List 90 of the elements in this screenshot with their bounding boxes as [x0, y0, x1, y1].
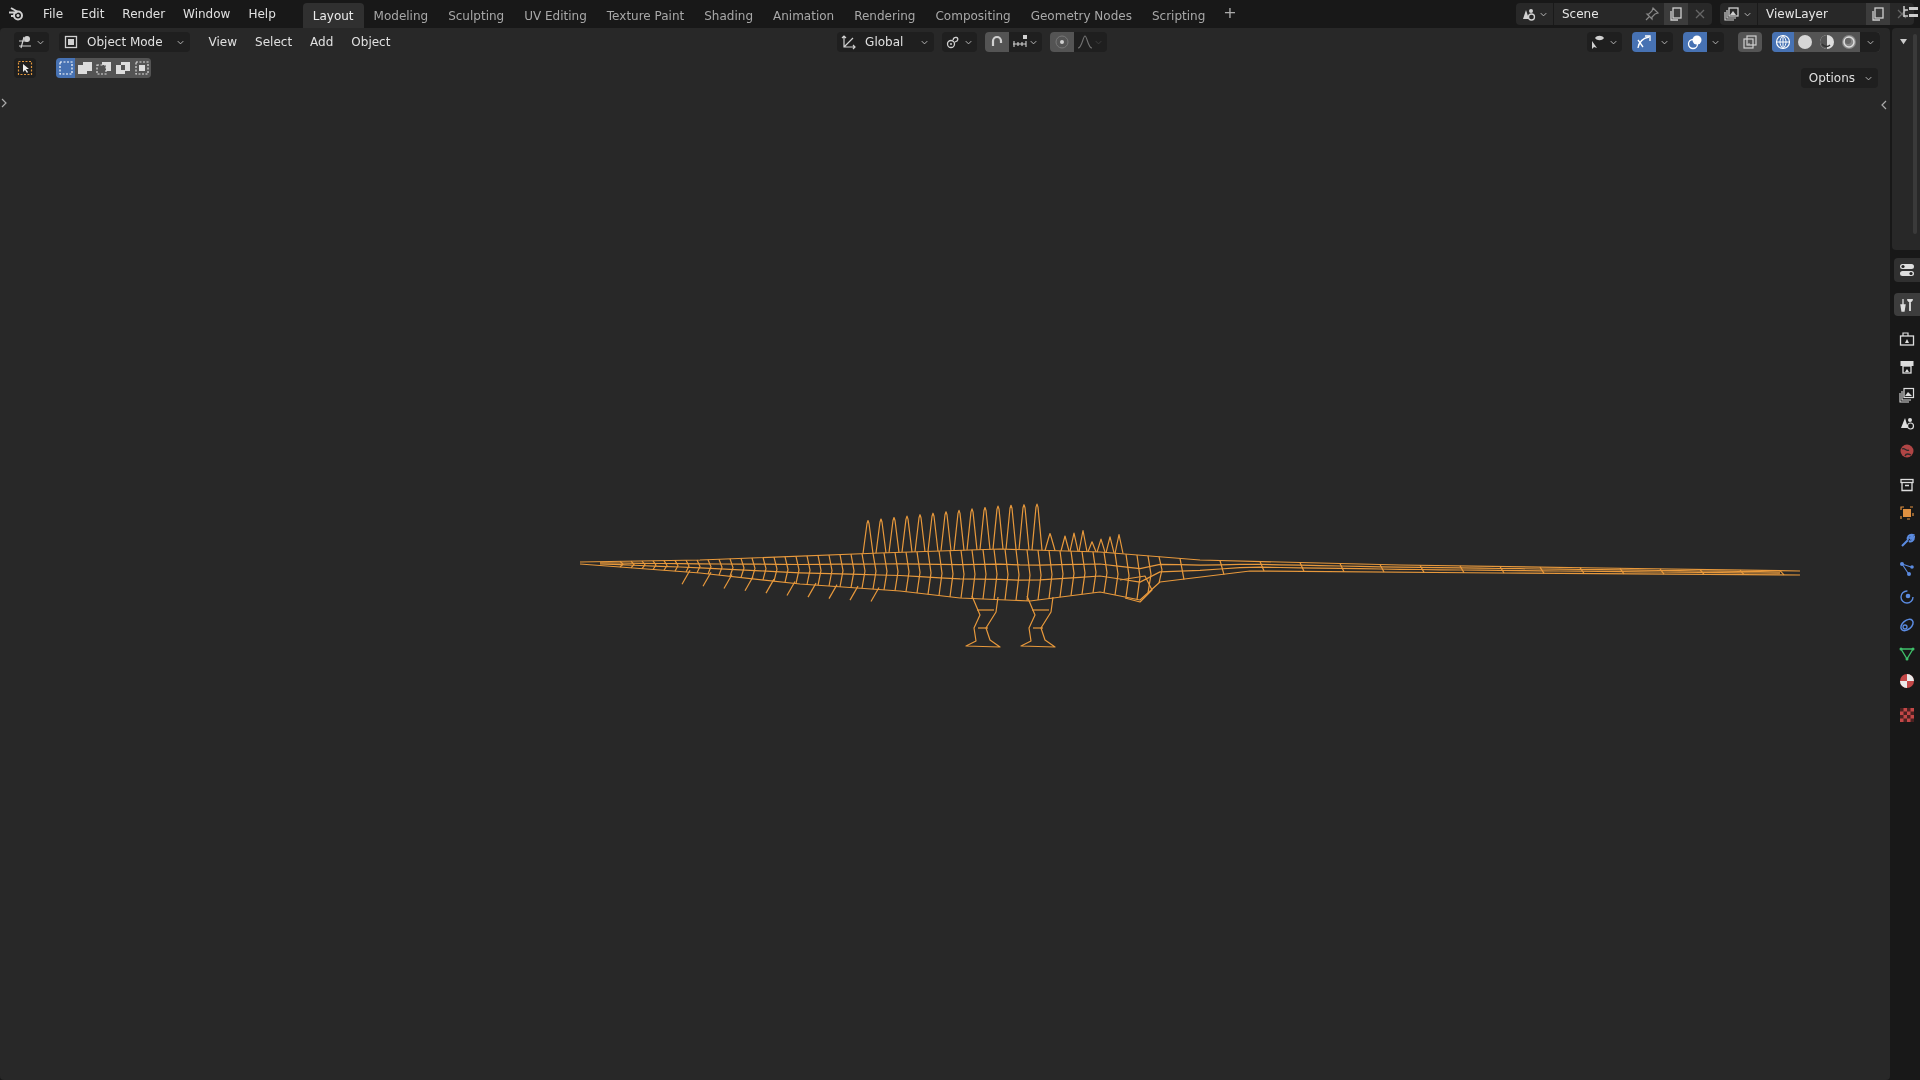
view-layer-icon [1724, 6, 1740, 22]
toggle-switches-icon [1899, 262, 1915, 278]
workspace-tab[interactable]: Scripting [1141, 3, 1216, 28]
screwdriver-wrench-icon [1899, 296, 1915, 313]
workspace-tab[interactable]: UV Editing [514, 3, 597, 28]
workspace-tab[interactable]: Layout [302, 3, 364, 28]
selection-mode-button[interactable] [132, 58, 151, 78]
editor-type-button[interactable] [1894, 258, 1920, 282]
options-dropdown[interactable]: Options [1800, 68, 1878, 88]
chain-link-icon [1899, 616, 1915, 633]
sphere-icon [1797, 34, 1813, 50]
orientation-axes-icon [841, 34, 858, 50]
pivot-point-button[interactable] [942, 32, 978, 52]
globe-icon [1775, 34, 1791, 50]
checker-icon [1899, 706, 1915, 723]
selection-mode-button[interactable] [113, 58, 132, 78]
globe-icon [1899, 442, 1915, 459]
image-stack-icon [1899, 386, 1915, 403]
orbit-icon [1899, 588, 1915, 605]
wrench-icon [1899, 532, 1915, 549]
square-icon [1899, 504, 1915, 521]
orientation-dropdown[interactable]: Global [837, 32, 935, 52]
overlapping-squares-icon [114, 60, 131, 76]
menu-item[interactable]: Select [248, 33, 300, 51]
dashed-square-icon [57, 60, 74, 76]
material-sphere-icon [1899, 672, 1915, 689]
workspace-tab[interactable]: Compositing [925, 3, 1021, 28]
visibility-button[interactable] [1587, 32, 1622, 52]
view-layer-name[interactable]: ViewLayer [1758, 7, 1866, 21]
eye-cursor-icon [1590, 34, 1606, 50]
shading-button[interactable] [1772, 32, 1794, 52]
menu-item[interactable]: Add [303, 33, 341, 51]
camera-icon [1899, 330, 1915, 347]
dashed-square-icon [133, 60, 150, 76]
mode-dropdown[interactable]: Object Mode [59, 32, 190, 52]
editor-type-button[interactable] [14, 32, 49, 52]
proportional-editing-toggle[interactable] [1050, 32, 1075, 52]
properties-tab[interactable] [1894, 293, 1920, 316]
axes-icon [17, 34, 33, 50]
view-layer-selector[interactable]: ViewLayer [1720, 3, 1914, 25]
increment-icon [1012, 34, 1029, 50]
overlapping-squares-icon [1742, 34, 1758, 50]
menu-item[interactable]: Help [239, 4, 285, 24]
selection-mode-button[interactable] [94, 58, 113, 78]
gizmo-toggle[interactable] [1632, 32, 1656, 52]
xray-toggle[interactable] [1738, 32, 1762, 52]
menu-item[interactable]: File [34, 4, 73, 24]
ring-sphere-icon [1841, 34, 1857, 50]
selection-mode-button[interactable] [75, 58, 94, 78]
snap-toggle[interactable] [985, 32, 1010, 52]
expand-sidebar-icon[interactable] [1881, 100, 1887, 110]
overlapping-squares-icon [95, 60, 112, 76]
scene-name[interactable]: Scene [1554, 7, 1640, 21]
tool-button[interactable] [14, 58, 36, 78]
menu-item[interactable]: Edit [72, 4, 114, 24]
pin-icon[interactable] [1644, 6, 1660, 22]
expand-toolbar-icon[interactable] [1, 98, 7, 108]
workspace-tab[interactable]: Animation [763, 3, 845, 28]
select-box-icon [17, 60, 33, 76]
scene-selector[interactable]: Scene [1516, 3, 1712, 25]
scene-icon [1520, 6, 1536, 22]
add-workspace-button[interactable]: + [1215, 0, 1245, 28]
workspace-tab[interactable]: Shading [694, 3, 763, 28]
particles-icon [1899, 560, 1915, 577]
overlapping-circles-icon [1687, 34, 1703, 50]
proportional-circle-icon [1054, 34, 1071, 50]
overlapping-squares-icon [76, 60, 93, 76]
falloff-curve-icon [1077, 34, 1094, 50]
blender-logo-icon[interactable] [8, 6, 24, 22]
printer-icon [1899, 358, 1915, 375]
menu-item[interactable]: Object [344, 33, 398, 51]
selection-mode-button[interactable] [56, 58, 75, 78]
workspace-tab[interactable]: Geometry Nodes [1020, 3, 1142, 28]
3d-viewport[interactable]: Object Mode View Select Add Object Global Options [0, 28, 1890, 1080]
half-sphere-icon [1819, 34, 1835, 50]
box-icon [1899, 476, 1915, 493]
copy-icon[interactable] [1870, 6, 1886, 22]
object-mode-icon [63, 34, 79, 50]
workspace-tab[interactable]: Sculpting [438, 3, 515, 28]
curved-arrow-icon [1636, 34, 1652, 50]
workspace-tab[interactable]: Texture Paint [596, 3, 695, 28]
overlays-toggle[interactable] [1683, 32, 1707, 52]
workspace-tab[interactable]: Rendering [844, 3, 926, 28]
expand-triangle-icon[interactable] [1900, 38, 1907, 45]
outliner-icon[interactable] [1902, 4, 1918, 20]
workspace-tab[interactable]: Modeling [363, 3, 439, 28]
menu-item[interactable]: Render [113, 4, 175, 24]
menu-item[interactable]: View [201, 33, 245, 51]
copy-icon[interactable] [1668, 6, 1684, 22]
menu-item[interactable]: Window [174, 4, 240, 24]
